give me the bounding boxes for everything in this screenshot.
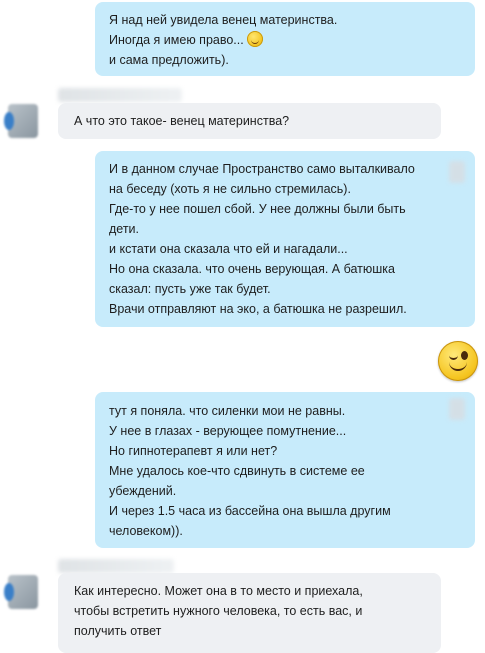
outgoing-message: Я над ней увидела венец материнства. Ино… (95, 2, 475, 76)
message-line: Как интересно. Может она в то место и пр… (74, 584, 363, 598)
message-line: и сама предложить). (109, 53, 229, 67)
message-line: и кстати она сказала что ей и нагадали..… (109, 242, 348, 256)
message-line: на беседу (хоть я не сильно стремилась). (109, 182, 351, 196)
message-line: дети. (109, 222, 140, 236)
message-line: чтобы встретить нужного человека, то ест… (74, 604, 363, 618)
sender-avatar (449, 161, 465, 183)
contact-avatar[interactable] (4, 104, 38, 138)
outgoing-message: И в данном случае Пространство само выта… (95, 151, 475, 327)
message-line: Но гипнотерапевт я или нет? (109, 444, 278, 458)
smile-emoticon-icon (246, 31, 263, 47)
message-line: И в данном случае Пространство само выта… (109, 162, 415, 176)
message-line: Мне удалось кое-что сдвинуть в системе е… (109, 464, 365, 478)
message-line: получить ответ (74, 624, 162, 638)
contact-name (58, 559, 174, 573)
message-line: Где-то у нее пошел сбой. У нее должны бы… (109, 202, 406, 216)
message-line: Иногда я имею право... (109, 33, 244, 47)
message-line: И через 1.5 часа из бассейна она вышла д… (109, 504, 391, 518)
message-line: тут я поняла. что силенки мои не равны. (109, 404, 346, 418)
contact-name (58, 88, 182, 102)
message-line: Я над ней увидела венец материнства. (109, 13, 338, 27)
outgoing-message: тут я поняла. что силенки мои не равны. … (95, 392, 475, 548)
message-line: У нее в глазах - верующее помутнение... (109, 424, 347, 438)
sender-avatar (449, 398, 465, 420)
message-line: А что это такое- венец материнства? (74, 114, 290, 128)
incoming-message: Как интересно. Может она в то место и пр… (58, 573, 441, 653)
message-line: Врачи отправляют на эко, а батюшка не ра… (109, 302, 407, 316)
message-line: Но она сказала. что очень верующая. А ба… (109, 262, 395, 276)
message-line: убеждений. (109, 484, 177, 498)
incoming-message: А что это такое- венец материнства? (58, 103, 441, 139)
message-line: сказал: пусть уже так будет. (109, 282, 271, 296)
message-line: человеком)). (109, 524, 183, 538)
contact-avatar[interactable] (4, 575, 38, 609)
wink-emoticon-icon (438, 341, 478, 381)
